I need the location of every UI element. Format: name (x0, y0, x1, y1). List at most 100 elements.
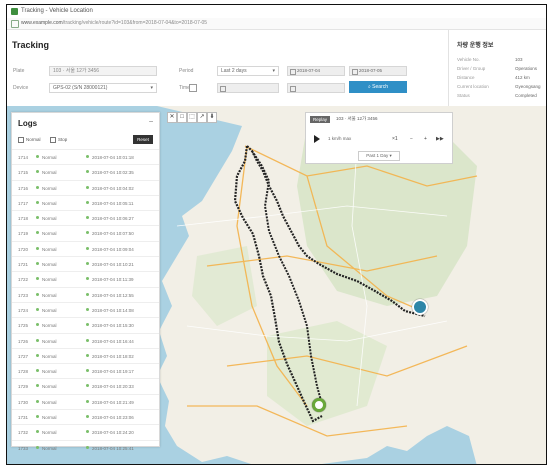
log-row[interactable]: 1720 Normal 2018-07-04 10:09:04 (12, 240, 159, 256)
info-panel-title: 차량 운행 정보 (457, 43, 494, 49)
calendar-icon (352, 69, 358, 75)
filter-normal-checkbox[interactable]: Normal (18, 137, 41, 143)
time-dot-icon (86, 246, 89, 250)
log-id: 1726 (18, 338, 29, 344)
log-status: Normal (42, 369, 57, 375)
log-time: 2018-07-04 10:20:33 (92, 384, 134, 390)
time-dot-icon (86, 170, 89, 174)
reset-button[interactable]: Reset (133, 135, 153, 144)
time-dot-icon (86, 384, 89, 388)
log-status: Normal (42, 445, 57, 451)
log-row[interactable]: 1728 Normal 2018-07-04 10:19:17 (12, 363, 159, 378)
log-time: 2018-07-04 10:01:18 (92, 155, 134, 160)
start-marker-icon[interactable] (412, 299, 428, 315)
window-title: Tracking - Vehicle Location (21, 8, 93, 14)
log-id: 1715 (18, 170, 29, 176)
log-status: Normal (42, 246, 57, 252)
status-dot-icon (36, 185, 39, 189)
chevron-down-icon: ▾ (272, 68, 275, 74)
status-dot-icon (36, 246, 39, 250)
area-tool-icon[interactable]: ⬚ (187, 112, 197, 123)
log-row[interactable]: 1731 Normal 2018-07-04 10:23:06 (12, 409, 159, 424)
log-id: 1719 (18, 231, 29, 237)
vehicle-input[interactable]: 103 · 서울 12가 3456 (49, 66, 157, 76)
log-id: 1733 (18, 445, 29, 451)
close-icon[interactable]: ✕ (167, 112, 177, 123)
log-time: 2018-07-04 10:06:27 (92, 216, 134, 222)
time-dot-icon (86, 231, 89, 235)
time-dot-icon (86, 338, 89, 342)
log-time: 2018-07-04 10:16:44 (92, 338, 134, 344)
speed-label: 1 km/h max (328, 136, 352, 141)
log-id: 1729 (18, 384, 29, 390)
replay-player: Replay 103 · 서울 12가 3456 1 km/h max ×1 −… (305, 112, 453, 164)
download-icon[interactable]: ⬇ (207, 112, 217, 123)
log-row[interactable]: 1718 Normal 2018-07-04 10:06:27 (12, 210, 159, 225)
date-to-field[interactable]: 2018-07-05 (349, 66, 407, 76)
log-time: 2018-07-04 10:07:50 (92, 231, 134, 237)
log-row[interactable]: 1715 Normal 2018-07-04 10:02:35 (12, 164, 159, 179)
select-tool-icon[interactable]: □ (177, 112, 187, 123)
date-from-field[interactable]: 2018-07-04 (287, 66, 345, 76)
filter-stop-checkbox[interactable]: Stop (50, 137, 67, 143)
log-row[interactable]: 1733 Normal 2018-07-04 10:25:41 (12, 439, 159, 455)
log-status: Normal (42, 430, 57, 436)
log-status: Normal (42, 353, 57, 359)
log-row[interactable]: 1727 Normal 2018-07-04 10:18:02 (12, 347, 159, 363)
log-row[interactable]: 1725 Normal 2018-07-04 10:15:30 (12, 317, 159, 332)
logs-title: Logs (18, 119, 38, 128)
speed-up-button[interactable]: + (424, 136, 427, 142)
log-status: Normal (42, 200, 57, 206)
log-id: 1718 (18, 216, 29, 222)
speed-down-button[interactable]: − (410, 136, 413, 142)
end-marker-icon[interactable] (312, 398, 326, 412)
status-dot-icon (36, 399, 39, 403)
status-dot-icon (36, 369, 39, 373)
status-dot-icon (36, 292, 39, 296)
replay-heading: 103 · 서울 12가 3456 (336, 116, 378, 121)
period-label: Period (179, 68, 194, 74)
log-row[interactable]: 1732 Normal 2018-07-04 10:24:20 (12, 424, 159, 439)
time-from-field[interactable] (217, 83, 279, 93)
status-dot-icon (36, 384, 39, 388)
time-dot-icon (86, 216, 89, 220)
log-row[interactable]: 1714 Normal 2018-07-04 10:01:18 (12, 149, 159, 164)
info-row: Status Completed (457, 93, 537, 98)
measure-tool-icon[interactable]: ↗ (197, 112, 207, 123)
log-id: 1730 (18, 399, 29, 405)
speed-value: ×1 (392, 136, 398, 142)
time-to-field[interactable] (287, 83, 345, 93)
map-view[interactable]: ✕ □ ⬚ ↗ ⬇ Replay 103 · 서울 12가 3456 1 km/… (7, 106, 546, 464)
play-icon[interactable] (314, 135, 320, 143)
device-select[interactable]: GPS-02 (S/N 28000121) ▾ (49, 83, 157, 93)
url-text[interactable]: www.example.com/tracking/vehicle/route?i… (21, 20, 207, 26)
log-status: Normal (42, 231, 57, 237)
log-row[interactable]: 1716 Normal 2018-07-04 10:04:02 (12, 179, 159, 195)
time-checkbox[interactable] (189, 84, 197, 92)
checkbox-icon (50, 137, 56, 143)
log-row[interactable]: 1723 Normal 2018-07-04 10:12:55 (12, 286, 159, 302)
replay-range-select[interactable]: Past 1 Day ▾ (358, 151, 400, 161)
skip-forward-button[interactable]: ▶▶ (436, 136, 444, 142)
address-bar[interactable]: www.example.com/tracking/vehicle/route?i… (7, 18, 546, 30)
log-time: 2018-07-04 10:14:08 (92, 307, 134, 313)
search-button[interactable]: ⌕ Search (349, 81, 407, 93)
log-row[interactable]: 1729 Normal 2018-07-04 10:20:33 (12, 378, 159, 393)
lock-icon (11, 20, 19, 28)
log-row[interactable]: 1721 Normal 2018-07-04 10:10:21 (12, 256, 159, 271)
log-row[interactable]: 1724 Normal 2018-07-04 10:14:08 (12, 301, 159, 317)
page-title: Tracking (12, 40, 50, 50)
time-dot-icon (86, 262, 89, 266)
log-row[interactable]: 1730 Normal 2018-07-04 10:21:49 (12, 393, 159, 409)
log-row[interactable]: 1726 Normal 2018-07-04 10:16:44 (12, 332, 159, 348)
log-time: 2018-07-04 10:11:39 (92, 277, 134, 283)
time-dot-icon (86, 323, 89, 327)
log-row[interactable]: 1717 Normal 2018-07-04 10:05:11 (12, 194, 159, 210)
collapse-icon[interactable]: – (149, 118, 153, 125)
period-select[interactable]: Last 2 days ▾ (217, 66, 279, 76)
log-row[interactable]: 1719 Normal 2018-07-04 10:07:50 (12, 225, 159, 240)
log-status: Normal (42, 323, 57, 329)
info-row: Current location Gyeongsang (457, 84, 541, 89)
log-status: Normal (42, 384, 57, 390)
log-row[interactable]: 1722 Normal 2018-07-04 10:11:39 (12, 271, 159, 286)
